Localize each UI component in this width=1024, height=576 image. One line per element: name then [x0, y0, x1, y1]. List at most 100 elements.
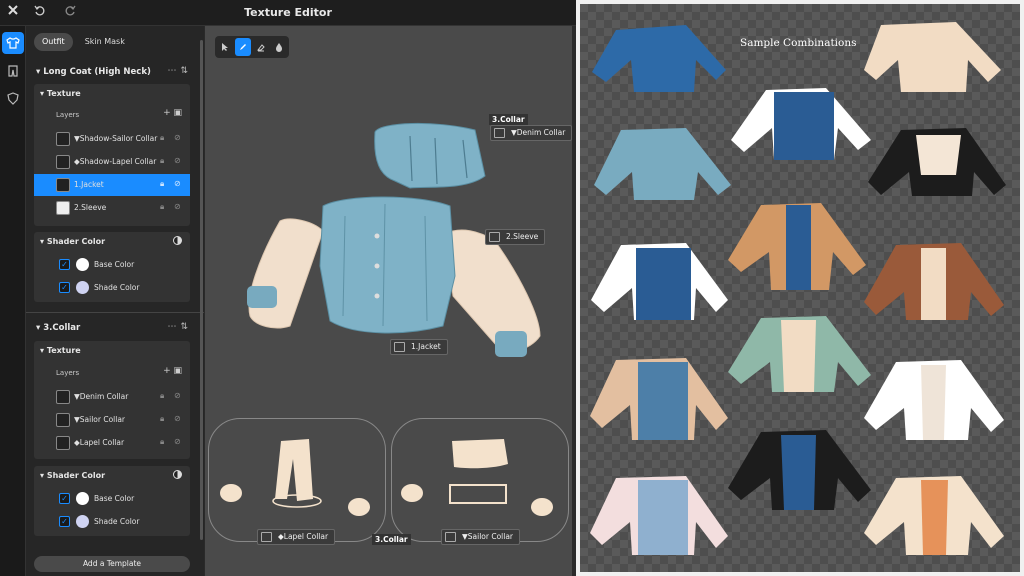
collar-group-title-bottom: 3.Collar [372, 534, 411, 545]
layer-label: 1.Jacket [74, 180, 104, 189]
cuff-shape [401, 484, 423, 502]
add-layer-icon[interactable]: + ▣ [163, 108, 182, 118]
hidden-eye-icon[interactable]: ⊘ [174, 437, 181, 446]
texture-card: ▾ Texture Layers + ▣ ▼Shadow-Sailor Coll… [34, 84, 190, 226]
tag-label: 1.Jacket [411, 342, 441, 351]
panel-tabs: Outfit Skin Mask [34, 33, 133, 51]
texture-header[interactable]: ▾ Texture [40, 346, 81, 355]
hidden-eye-icon[interactable]: ⊘ [174, 133, 181, 142]
sample-jacket [864, 360, 1004, 440]
shade-row[interactable]: ✓ Shade Color [34, 511, 190, 533]
layer-tag-icon [261, 532, 272, 542]
collar-group-title: 3.Collar [489, 114, 528, 125]
tab-outfit[interactable]: Outfit [34, 33, 73, 51]
sailor-collar-shape [452, 439, 508, 469]
hidden-eye-icon[interactable]: ⊘ [174, 414, 181, 423]
color-swatch[interactable] [76, 515, 89, 528]
shade-row[interactable]: ✓ Base Color [34, 254, 190, 276]
sailor-collar-preview[interactable] [391, 418, 569, 542]
lapel-collar-tag[interactable]: ◆Lapel Collar [257, 529, 336, 545]
button-dot [374, 263, 380, 269]
layer-row[interactable]: ◆Shadow-Lapel Collar 🔒︎ ⊘ [34, 151, 190, 173]
section-options-icon[interactable]: ⋯⇅ [167, 66, 192, 76]
layer-row[interactable]: ▼Shadow-Sailor Collar 🔒︎ ⊘ [34, 128, 190, 150]
section-title-long-coat[interactable]: ▾ Long Coat (High Neck) [36, 67, 151, 77]
sample-jacket [728, 430, 871, 510]
sample-jacket [590, 358, 728, 440]
section-title-collar[interactable]: ▾ 3.Collar [36, 323, 80, 333]
tab-skin-mask[interactable]: Skin Mask [77, 33, 133, 51]
lapel-collar-preview[interactable] [208, 418, 386, 542]
shade-label: Base Color [94, 260, 135, 269]
layer-row[interactable]: ▼Denim Collar 🔒︎ ⊘ [34, 386, 190, 408]
sample-jacket [728, 203, 866, 290]
layer-tag-icon [394, 342, 405, 352]
lock-icon[interactable]: 🔒︎ [160, 391, 164, 401]
sample-jacket [590, 476, 728, 555]
lock-icon[interactable]: 🔒︎ [160, 437, 164, 447]
checkbox[interactable]: ✓ [59, 259, 70, 270]
shader-color-header[interactable]: ▾ Shader Color [40, 471, 105, 480]
lock-icon[interactable]: 🔒︎ [160, 133, 164, 143]
layer-thumbnail [56, 436, 70, 450]
layer-row-selected[interactable]: 1.Jacket 🔒︎ ⊘ [34, 174, 190, 196]
layer-label: ▼Shadow-Sailor Collar [74, 134, 158, 143]
hidden-eye-icon[interactable]: ⊘ [174, 179, 181, 188]
lock-icon[interactable]: 🔒︎ [160, 179, 164, 189]
sleeve-tag[interactable]: 2.Sleeve [485, 229, 546, 245]
layer-tag-icon [489, 232, 500, 242]
sailor-collar-tag[interactable]: ▼Sailor Collar [441, 529, 521, 545]
shield-icon[interactable] [2, 88, 24, 110]
lock-icon[interactable]: 🔒︎ [160, 202, 164, 212]
texture-canvas[interactable]: 3.Collar ▼Denim Collar 2.Sleeve 1.Jacket… [205, 26, 573, 576]
shade-row[interactable]: ✓ Shade Color [34, 277, 190, 299]
texture-header[interactable]: ▾ Texture [40, 89, 81, 98]
section-label: Long Coat (High Neck) [43, 67, 151, 77]
sample-jacket [864, 243, 1004, 320]
shader-label: Shader Color [46, 237, 106, 246]
color-mode-icon[interactable] [173, 470, 182, 479]
button-dot [374, 233, 380, 239]
denim-collar-tag[interactable]: ▼Denim Collar [490, 125, 573, 141]
shader-color-header[interactable]: ▾ Shader Color [40, 237, 105, 246]
add-layer-icon[interactable]: + ▣ [163, 366, 182, 376]
layer-row[interactable]: ▼Sailor Collar 🔒︎ ⊘ [34, 409, 190, 431]
layer-thumbnail [56, 155, 70, 169]
color-swatch[interactable] [76, 281, 89, 294]
jacket-tag[interactable]: 1.Jacket [390, 339, 448, 355]
lock-icon[interactable]: 🔒︎ [160, 414, 164, 424]
hidden-eye-icon[interactable]: ⊘ [174, 202, 181, 211]
sample-jacket [864, 22, 1001, 92]
lapel-collar-shape [275, 439, 313, 501]
pants-icon[interactable] [2, 60, 24, 82]
checkbox[interactable]: ✓ [59, 516, 70, 527]
shader-color-card: ▾ Shader Color ✓ Base Color ✓ Shade Colo… [34, 466, 190, 536]
lapel-collar-drawing [220, 439, 370, 516]
tag-label: ▼Denim Collar [511, 128, 566, 137]
color-swatch[interactable] [76, 258, 89, 271]
cuff-shape [348, 498, 370, 516]
shade-label: Shade Color [94, 517, 140, 526]
right-cuff [495, 331, 527, 357]
category-rail [0, 26, 26, 576]
layer-row[interactable]: ◆Lapel Collar 🔒︎ ⊘ [34, 432, 190, 454]
shade-row[interactable]: ✓ Base Color [34, 488, 190, 510]
section-options-icon[interactable]: ⋯⇅ [167, 322, 192, 332]
lock-icon[interactable]: 🔒︎ [160, 156, 164, 166]
jacket-illustration [247, 122, 541, 357]
tag-label: 2.Sleeve [506, 232, 539, 241]
layer-label: ◆Shadow-Lapel Collar [74, 157, 157, 166]
shirt-icon[interactable] [2, 32, 24, 54]
color-swatch[interactable] [76, 492, 89, 505]
color-mode-icon[interactable] [173, 236, 182, 245]
checkbox[interactable]: ✓ [59, 493, 70, 504]
checkbox[interactable]: ✓ [59, 282, 70, 293]
layer-tag-icon [494, 128, 505, 138]
panel-scrollbar[interactable] [200, 40, 203, 540]
sample-jacket [731, 88, 871, 160]
add-template-button[interactable]: Add a Template [34, 556, 190, 572]
hidden-eye-icon[interactable]: ⊘ [174, 391, 181, 400]
hidden-eye-icon[interactable]: ⊘ [174, 156, 181, 165]
layer-row[interactable]: 2.Sleeve 🔒︎ ⊘ [34, 197, 190, 219]
layer-label: ▼Sailor Collar [74, 415, 126, 424]
